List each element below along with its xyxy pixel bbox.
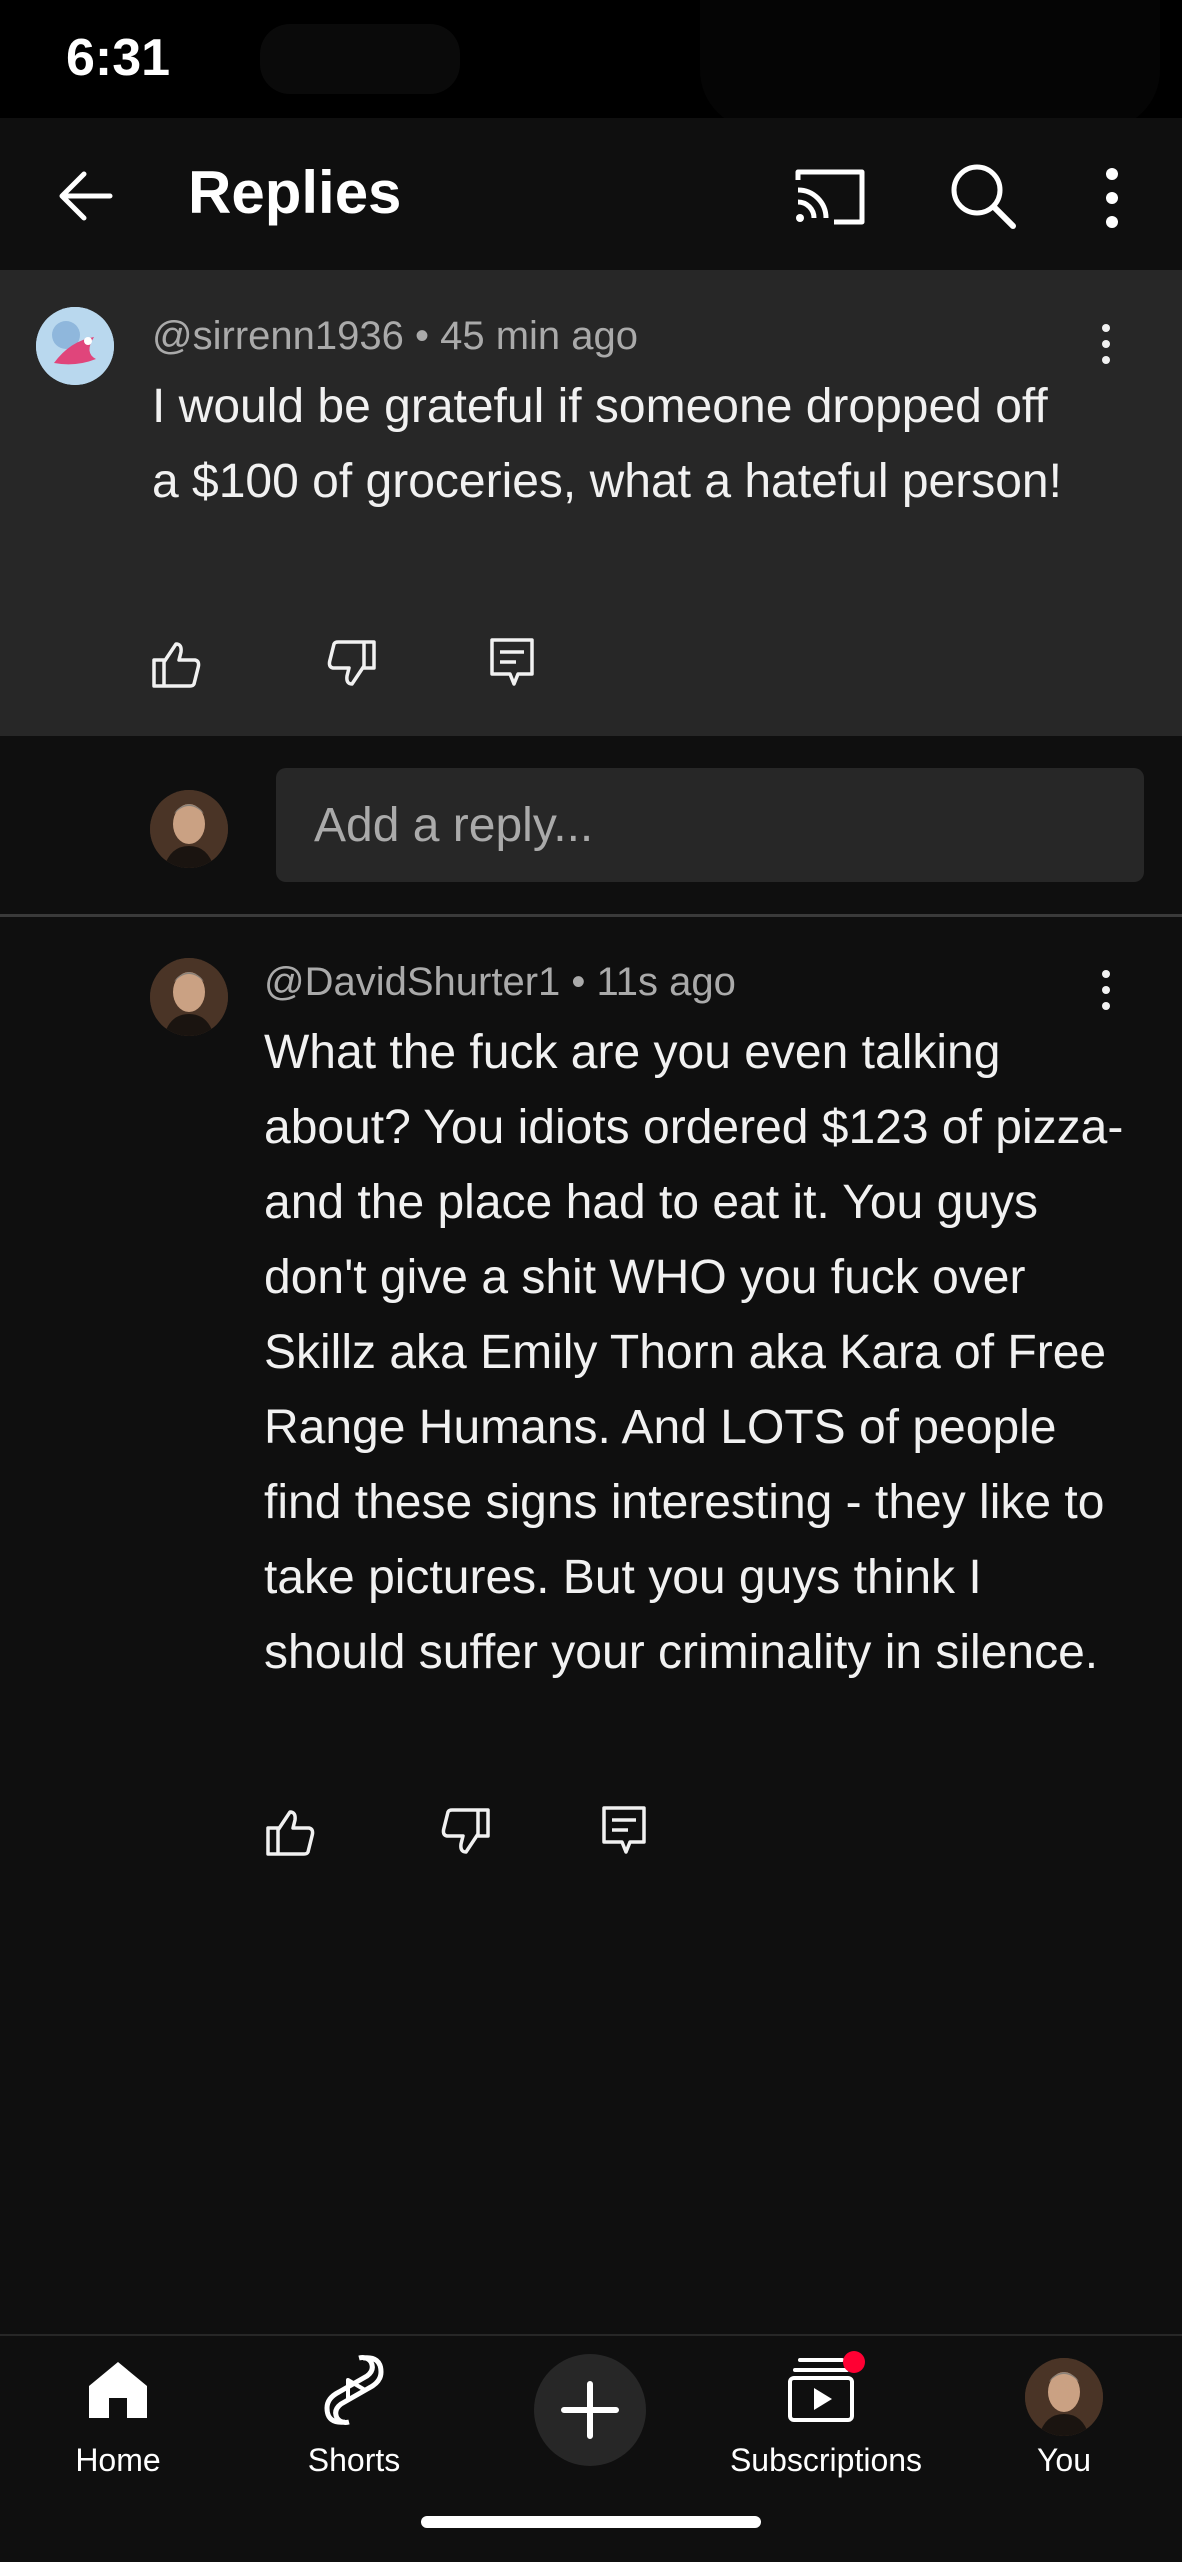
comment-menu-button[interactable] [1096, 968, 1116, 1012]
back-arrow-icon [59, 171, 113, 221]
comment-text: I would be grateful if someone dropped o… [152, 380, 1062, 508]
search-button[interactable] [945, 158, 1021, 234]
avatar[interactable] [150, 958, 228, 1036]
nav-label: Shorts [307, 2442, 401, 2478]
back-button[interactable] [52, 160, 124, 232]
status-time: 6:31 [66, 29, 171, 87]
reply-button[interactable] [486, 636, 538, 688]
comment-meta: @DavidShurter1 • 11s ago [264, 960, 736, 1004]
like-icon [266, 1810, 315, 1856]
status-bar-redaction [260, 24, 460, 94]
dislike-button[interactable] [440, 1806, 492, 1858]
dislike-icon [441, 1808, 490, 1854]
more-options-button[interactable] [1090, 160, 1134, 236]
reply-icon [490, 638, 534, 686]
home-indicator[interactable] [421, 2516, 761, 2528]
avatar [1025, 2358, 1103, 2436]
comment-age: 11s ago [596, 960, 736, 1004]
more-vert-icon [1102, 970, 1110, 1010]
like-button[interactable] [264, 1806, 316, 1858]
subscriptions-icon [788, 2351, 865, 2422]
dislike-icon [327, 640, 376, 686]
reply-icon [602, 1806, 646, 1854]
more-vert-icon [1102, 324, 1110, 364]
cast-icon [795, 169, 865, 225]
dislike-button[interactable] [326, 638, 378, 690]
comment-text: What the fuck are you even talking about… [264, 1026, 1124, 1679]
nav-label: Subscriptions [729, 2442, 923, 2478]
comment-age: 45 min ago [440, 314, 639, 358]
avatar [150, 790, 228, 868]
like-button[interactable] [150, 638, 202, 690]
nav-shorts[interactable]: Shorts [254, 2344, 454, 2494]
create-button[interactable] [534, 2354, 646, 2466]
status-bar-redaction [700, 0, 1160, 130]
reply-button[interactable] [598, 1804, 650, 1856]
comment-menu-button[interactable] [1096, 322, 1116, 366]
avatar[interactable] [36, 307, 114, 385]
more-vert-icon [1106, 168, 1118, 228]
nav-you[interactable]: You [964, 2344, 1164, 2494]
comment-author[interactable]: @DavidShurter1 [264, 960, 560, 1004]
comment-author[interactable]: @sirrenn1936 [152, 314, 404, 358]
comment-meta: @sirrenn1936 • 45 min ago [152, 314, 639, 358]
nav-home[interactable]: Home [18, 2344, 218, 2494]
like-icon [152, 642, 201, 688]
nav-subscriptions[interactable]: Subscriptions [726, 2344, 926, 2494]
home-icon [89, 2362, 147, 2418]
page-title: Replies [188, 159, 402, 226]
shorts-icon [324, 2355, 384, 2425]
nav-label: You [1037, 2442, 1091, 2478]
cast-button[interactable] [790, 160, 870, 232]
nav-label: Home [75, 2442, 161, 2478]
search-icon [951, 164, 1016, 229]
create-plus-icon [561, 2381, 619, 2439]
reply-input[interactable] [276, 768, 1144, 882]
